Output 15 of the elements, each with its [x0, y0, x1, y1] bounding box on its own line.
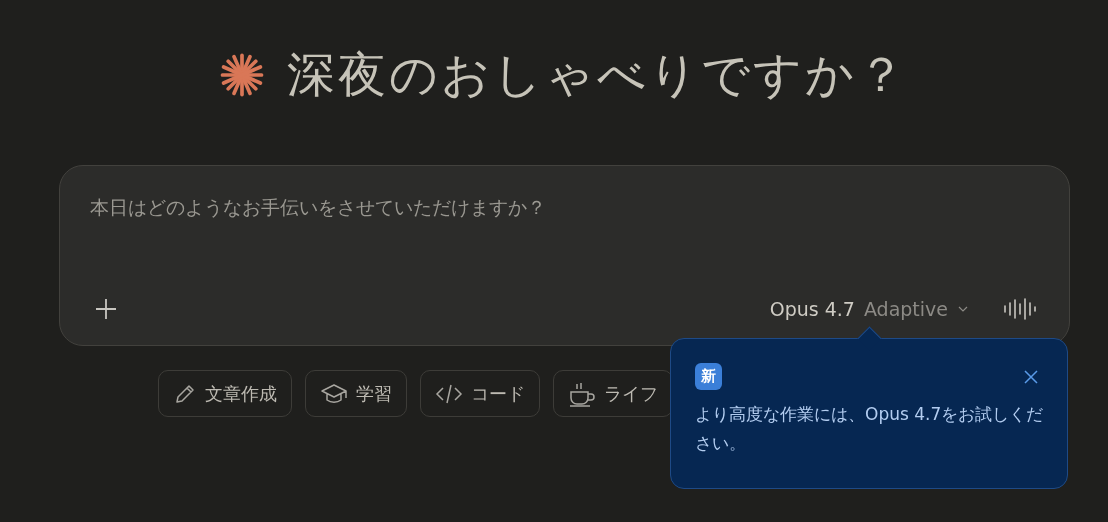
- graduation-cap-icon: [320, 381, 348, 406]
- suggestion-chip[interactable]: ライフ: [553, 370, 673, 417]
- greeting-heading: 深夜のおしゃべりですか？: [286, 45, 908, 104]
- close-icon: [1023, 368, 1039, 385]
- message-input[interactable]: 本日はどのようなお手伝いをさせていただけますか？: [90, 196, 1041, 218]
- suggestion-chip[interactable]: 学習: [305, 370, 407, 417]
- sparkle-icon: [218, 52, 265, 98]
- waveform-icon: [1003, 297, 1037, 321]
- suggestion-chip[interactable]: コード: [420, 370, 540, 417]
- suggestion-chip[interactable]: 文章作成: [158, 370, 292, 417]
- cup-icon: [568, 380, 596, 407]
- model-selector[interactable]: Opus 4.7 Adaptive: [765, 294, 973, 324]
- tooltip-message: より高度な作業には、Opus 4.7をお試しください。: [695, 403, 1045, 455]
- plus-icon: [94, 297, 118, 321]
- new-badge: 新: [695, 363, 722, 390]
